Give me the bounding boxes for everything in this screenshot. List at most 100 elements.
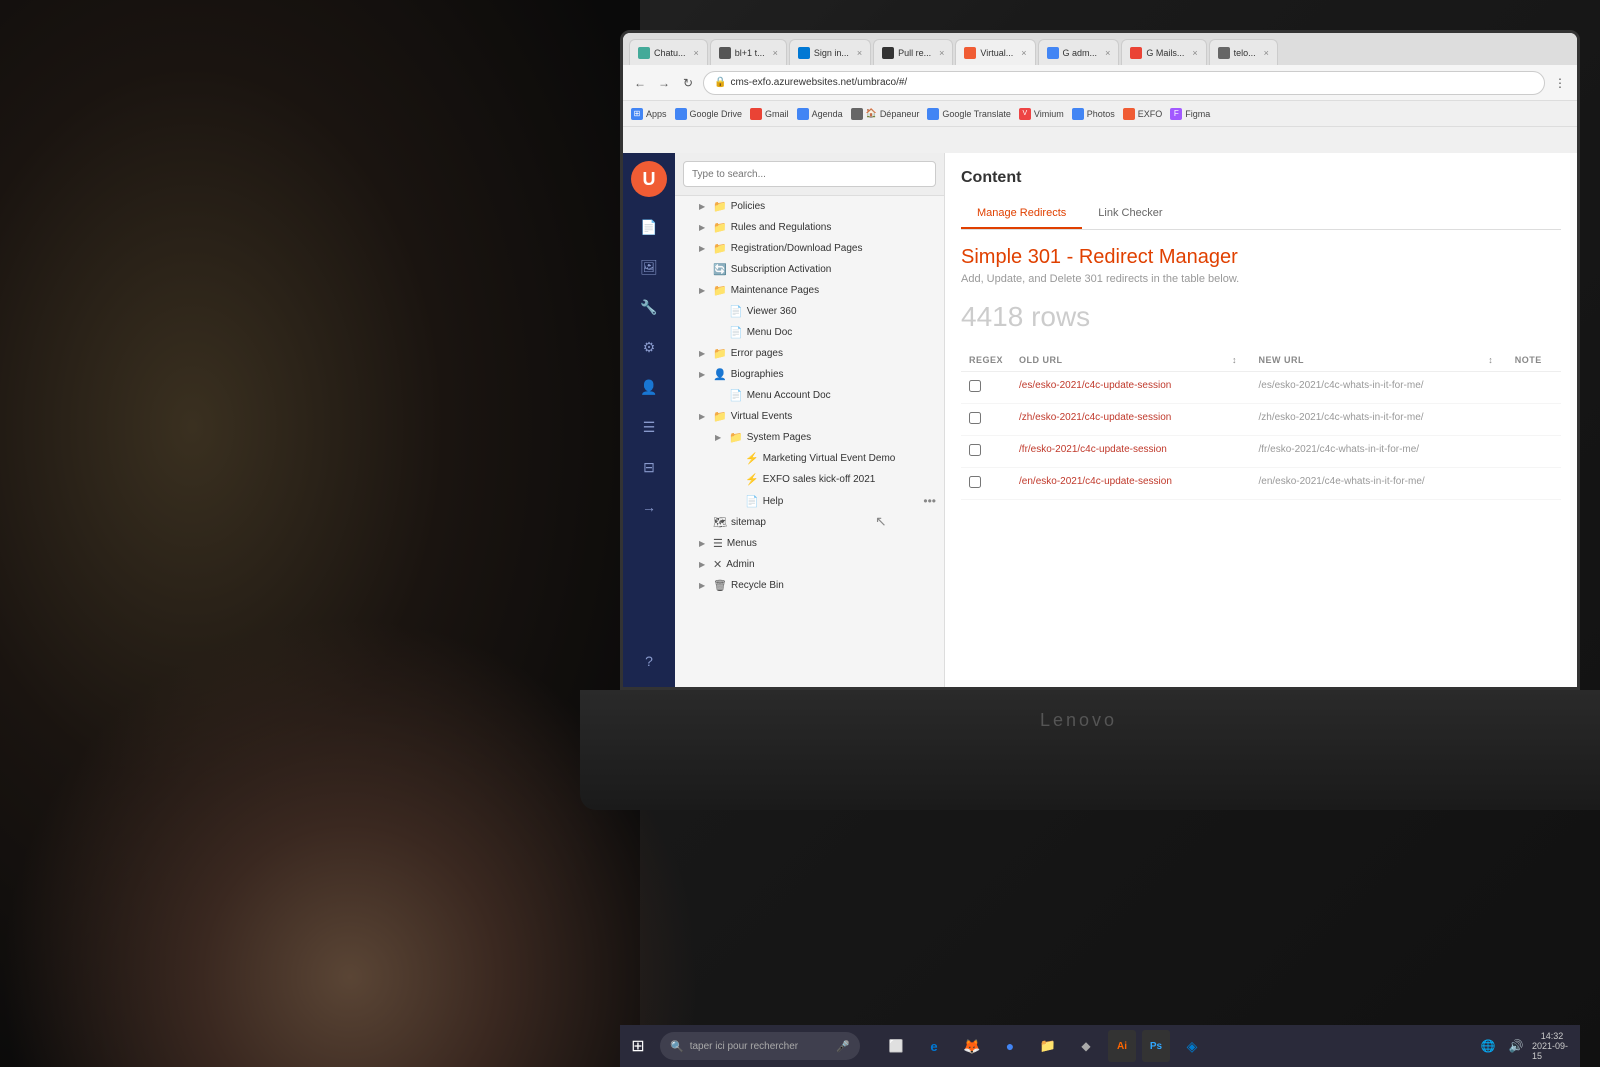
close-icon: ✕ xyxy=(713,558,722,571)
sidebar-packages-icon[interactable]: ☰ xyxy=(631,409,667,445)
bookmark-apps[interactable]: ⊞ Apps xyxy=(631,108,667,120)
taskbar-vscode[interactable]: ◈ xyxy=(1176,1030,1208,1062)
tab-close-icon[interactable]: × xyxy=(857,48,862,58)
tab-pull[interactable]: Pull re... × xyxy=(873,39,953,65)
sidebar-settings-icon[interactable]: 🔧 xyxy=(631,289,667,325)
bookmark-translate[interactable]: Google Translate xyxy=(927,108,1011,120)
sidebar-media-icon[interactable]: 🖼 xyxy=(631,249,667,285)
taskbar-edge[interactable]: e xyxy=(918,1030,950,1062)
taskbar-photoshop[interactable]: Ps xyxy=(1142,1030,1170,1062)
sidebar-users-icon[interactable]: 👤 xyxy=(631,369,667,405)
taskbar-search-bar[interactable]: 🔍 taper ici pour rechercher 🎤 xyxy=(660,1032,860,1060)
tree-item-recycle[interactable]: ▶ 🗑 Recycle Bin xyxy=(675,575,944,596)
tab-manage-redirects[interactable]: Manage Redirects xyxy=(961,199,1082,229)
folder-icon: 📁 xyxy=(729,431,743,444)
col-regex-header: REGEX xyxy=(961,349,1011,372)
extensions-icon[interactable]: ⋮ xyxy=(1551,74,1569,92)
expand-arrow-icon: ▶ xyxy=(699,370,709,379)
sidebar-content-icon[interactable]: 📄 xyxy=(631,209,667,245)
forward-button[interactable]: → xyxy=(655,74,673,92)
tree-item-sitemap[interactable]: 🗺 sitemap xyxy=(675,512,944,533)
tree-item-rules[interactable]: ▶ 📁 Rules and Regulations xyxy=(675,217,944,238)
bookmark-depanneur[interactable]: 🏠 Dépaneur xyxy=(851,108,920,120)
tree-item-biographies[interactable]: ▶ 👤 Biographies xyxy=(675,364,944,385)
bookmark-vimium[interactable]: V Vimium xyxy=(1019,108,1064,120)
tab-bl[interactable]: bl+1 t... × xyxy=(710,39,787,65)
row-checkbox[interactable] xyxy=(961,372,1011,404)
reload-button[interactable]: ↻ xyxy=(679,74,697,92)
tab-close-icon[interactable]: × xyxy=(1021,48,1026,58)
tab-gmail[interactable]: G Mails... × xyxy=(1121,39,1206,65)
tree-item-error[interactable]: ▶ 📁 Error pages xyxy=(675,343,944,364)
tray-network-icon[interactable]: 🌐 xyxy=(1476,1034,1500,1058)
tab-close-icon[interactable]: × xyxy=(694,48,699,58)
taskbar-firefox[interactable]: 🦊 xyxy=(956,1030,988,1062)
taskbar-task-view[interactable]: ⬜ xyxy=(880,1030,912,1062)
tab-link-checker[interactable]: Link Checker xyxy=(1082,199,1178,229)
sidebar-help-icon[interactable]: ? xyxy=(631,643,667,679)
sidebar-forms-icon[interactable]: ⚙ xyxy=(631,329,667,365)
tree-item-menuaccount[interactable]: 📄 Menu Account Doc xyxy=(675,385,944,406)
table-row: /zh/esko-2021/c4c-update-session /zh/esk… xyxy=(961,404,1561,436)
folder-icon: 📁 xyxy=(713,242,727,255)
sidebar-deploy-icon[interactable]: → xyxy=(631,489,667,525)
tab-close-icon[interactable]: × xyxy=(773,48,778,58)
folder-icon: 📁 xyxy=(713,200,727,213)
tree-item-viewer360[interactable]: 📄 Viewer 360 xyxy=(675,301,944,322)
tree-item-marketing[interactable]: ⚡ Marketing Virtual Event Demo xyxy=(675,448,944,469)
tree-item-admin[interactable]: ▶ ✕ Admin xyxy=(675,554,944,575)
tree-item-virtualevents[interactable]: ▶ 📁 Virtual Events xyxy=(675,406,944,427)
tab-close-icon[interactable]: × xyxy=(939,48,944,58)
tree-search-input[interactable] xyxy=(683,161,936,187)
bookmark-gmail[interactable]: Gmail xyxy=(750,108,789,120)
col-old-url-header: OLD URL xyxy=(1011,349,1224,372)
tree-item-maintenance[interactable]: ▶ 📁 Maintenance Pages xyxy=(675,280,944,301)
tree-item-help[interactable]: 📄 Help ••• xyxy=(675,490,944,512)
microphone-icon[interactable]: 🎤 xyxy=(836,1040,850,1053)
sitemap-icon: 🗺 xyxy=(713,516,727,529)
new-url-cell: /es/esko-2021/c4c-whats-in-it-for-me/ xyxy=(1250,372,1480,404)
tree-item-registration[interactable]: ▶ 📁 Registration/Download Pages xyxy=(675,238,944,259)
sidebar-dashboard-icon[interactable]: ⊟ xyxy=(631,449,667,485)
new-url-cell: /zh/esko-2021/c4c-whats-in-it-for-me/ xyxy=(1250,404,1480,436)
bookmark-photos[interactable]: Photos xyxy=(1072,108,1115,120)
tree-item-systempages[interactable]: ▶ 📁 System Pages xyxy=(675,427,944,448)
tab-virtual[interactable]: Virtual... × xyxy=(955,39,1035,65)
tab-gadm[interactable]: G adm... × xyxy=(1038,39,1120,65)
row-checkbox[interactable] xyxy=(961,436,1011,468)
umbraco-logo[interactable]: U xyxy=(631,161,667,197)
taskbar-app5[interactable]: ◆ xyxy=(1070,1030,1102,1062)
taskbar-chrome[interactable]: ● xyxy=(994,1030,1026,1062)
windows-start-button[interactable]: ⊞ xyxy=(620,1028,656,1064)
tray-volume-icon[interactable]: 🔊 xyxy=(1504,1034,1528,1058)
tree-item-menudoc[interactable]: 📄 Menu Doc xyxy=(675,322,944,343)
umbraco-sidebar: U 📄 🖼 🔧 ⚙ 👤 ☰ ⊟ → ? xyxy=(623,153,675,687)
tab-close-icon[interactable]: × xyxy=(1192,48,1197,58)
row-checkbox[interactable] xyxy=(961,468,1011,500)
context-menu-icon[interactable]: ••• xyxy=(923,494,936,508)
back-button[interactable]: ← xyxy=(631,74,649,92)
page-icon: 📄 xyxy=(745,495,759,508)
tree-item-subscription[interactable]: 🔄 Subscription Activation xyxy=(675,259,944,280)
tree-item-policies[interactable]: ▶ 📁 Policies xyxy=(675,196,944,217)
tab-close-icon[interactable]: × xyxy=(1105,48,1110,58)
bookmark-figma[interactable]: F Figma xyxy=(1170,108,1210,120)
bookmark-drive[interactable]: Google Drive xyxy=(675,108,743,120)
folder-icon: 📁 xyxy=(713,284,727,297)
tree-item-menus[interactable]: ▶ ☰ Menus xyxy=(675,533,944,554)
taskbar-illustrator[interactable]: Ai xyxy=(1108,1030,1136,1062)
tab-chatu[interactable]: Chatu... × xyxy=(629,39,708,65)
table-row: /en/esko-2021/c4c-update-session /en/esk… xyxy=(961,468,1561,500)
page-icon: 📄 xyxy=(729,389,743,402)
row-checkbox[interactable] xyxy=(961,404,1011,436)
tab-close-icon[interactable]: × xyxy=(1264,48,1269,58)
tab-favicon xyxy=(798,47,810,59)
bookmark-agenda[interactable]: Agenda xyxy=(797,108,843,120)
tab-signin[interactable]: Sign in... × xyxy=(789,39,871,65)
tab-telo[interactable]: telo... × xyxy=(1209,39,1278,65)
bookmark-exfo[interactable]: EXFO xyxy=(1123,108,1163,120)
tab-favicon xyxy=(964,47,976,59)
tree-item-exfosales[interactable]: ⚡ EXFO sales kick-off 2021 xyxy=(675,469,944,490)
taskbar-explorer[interactable]: 📁 xyxy=(1032,1030,1064,1062)
address-bar[interactable]: 🔒 cms-exfo.azurewebsites.net/umbraco/#/ xyxy=(703,71,1545,95)
